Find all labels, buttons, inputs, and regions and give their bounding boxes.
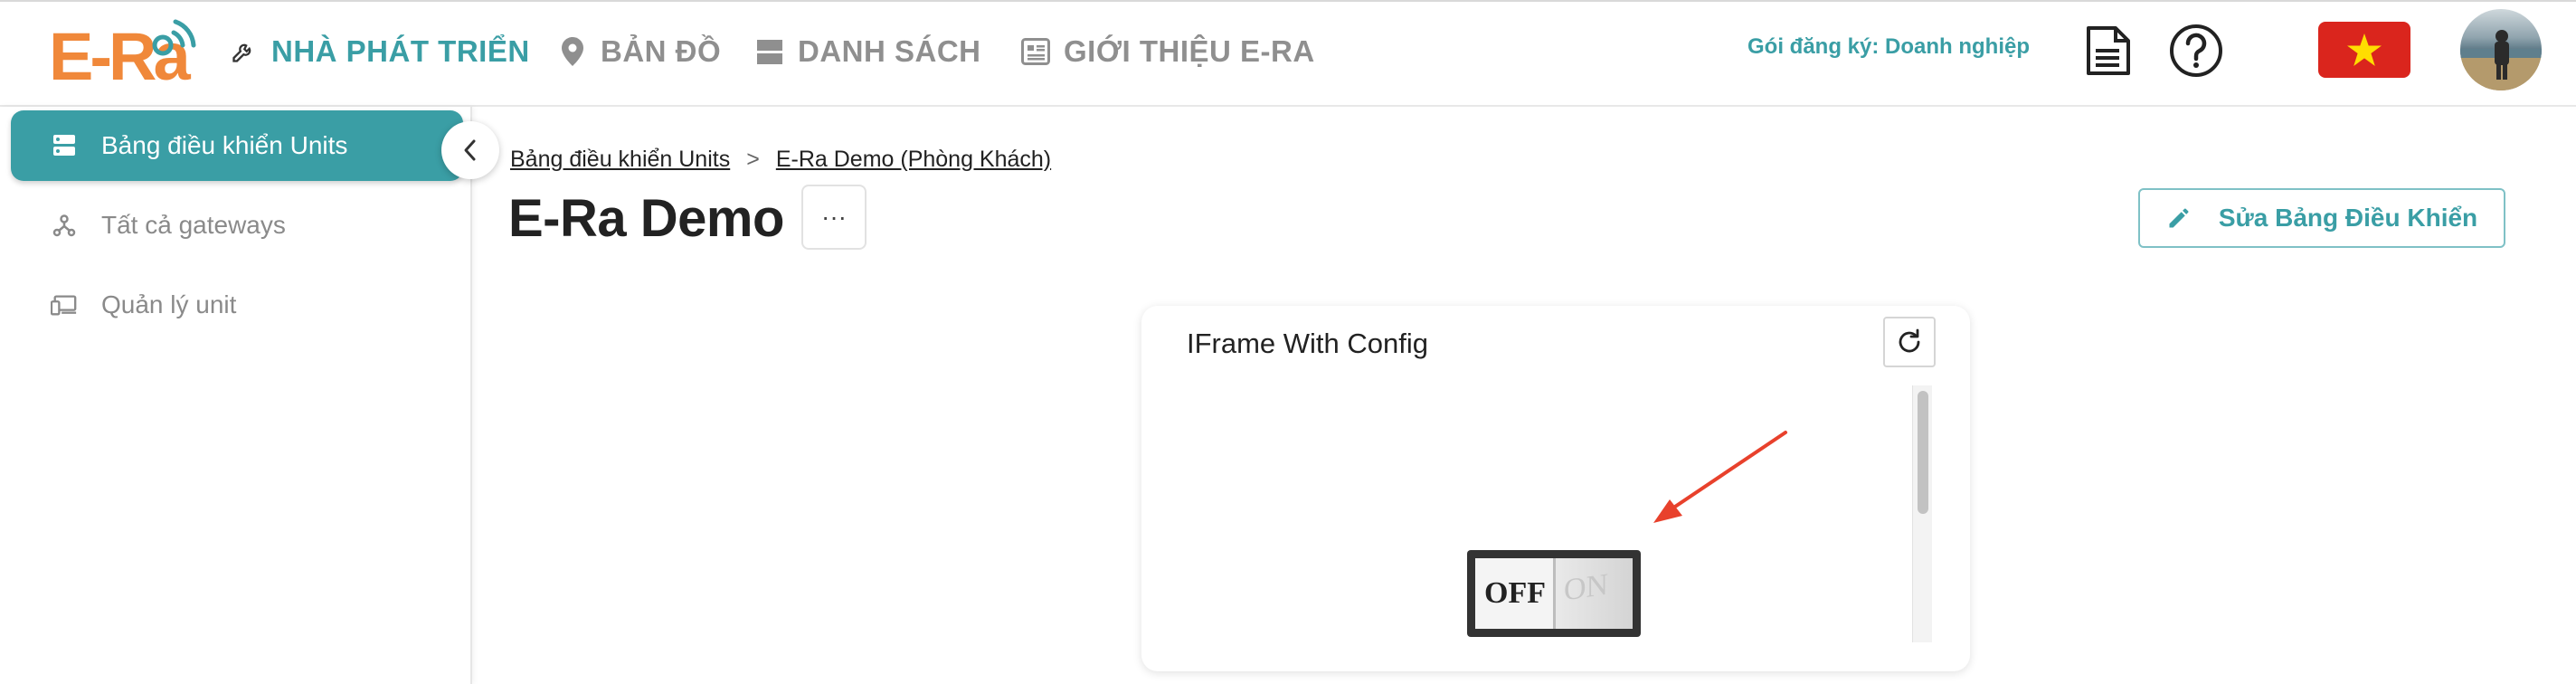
nav-label: NHÀ PHÁT TRIỂN	[271, 34, 530, 68]
list-icon	[754, 36, 785, 67]
devices-icon	[51, 291, 78, 318]
nav-developer[interactable]: NHÀ PHÁT TRIỂN	[228, 29, 530, 74]
sidebar-item-label: Bảng điều khiển Units	[101, 131, 348, 159]
page-title: E-Ra Demo	[508, 189, 784, 248]
nav-label: GIỚI THIỆU E-RA	[1064, 34, 1315, 68]
wrench-icon	[228, 36, 259, 67]
breadcrumb: Bảng điều khiển Units > E-Ra Demo (Phòng…	[510, 147, 1051, 173]
gateway-icon	[51, 212, 78, 239]
sidebar-item-label: Quản lý unit	[101, 290, 237, 318]
breadcrumb-current-link[interactable]: E-Ra Demo (Phòng Khách)	[776, 147, 1051, 173]
breadcrumb-separator: >	[746, 147, 760, 172]
refresh-icon	[1899, 328, 1920, 353]
toggle-switch[interactable]: OFF ON	[1467, 550, 1641, 637]
iframe-scrollbar[interactable]	[1912, 385, 1932, 642]
map-pin-icon	[557, 36, 588, 67]
edit-dashboard-label: Sửa Bảng Điều Khiển	[2218, 204, 2478, 232]
refresh-button[interactable]	[1883, 317, 1936, 367]
document-icon[interactable]	[2079, 22, 2136, 80]
wifi-signal-icon	[152, 19, 196, 56]
top-header: E-Ra NHÀ PHÁT TRIỂN BẢN ĐỒ DANH SÁCH GIỚ…	[0, 0, 2576, 107]
chevron-left-icon	[464, 139, 476, 161]
nav-label: DANH SÁCH	[798, 34, 981, 68]
switch-off-label: OFF	[1484, 576, 1546, 610]
sidebar-item-unit-management[interactable]: Quản lý unit	[11, 270, 463, 340]
era-logo[interactable]: E-Ra	[49, 14, 204, 92]
vietnam-flag-icon[interactable]	[2318, 22, 2410, 78]
newspaper-icon	[1020, 36, 1051, 67]
pencil-icon	[2169, 208, 2189, 228]
widget-title: IFrame With Config	[1187, 328, 1429, 359]
iframe-content: OFF ON	[1141, 385, 1937, 642]
nav-map[interactable]: BẢN ĐỒ	[557, 29, 721, 74]
collapse-sidebar-button[interactable]	[441, 121, 499, 179]
switch-on-label: ON	[1564, 567, 1609, 608]
sidebar: Bảng điều khiển Units Tất cả gateways Qu…	[0, 107, 472, 684]
breadcrumb-dashboard-link[interactable]: Bảng điều khiển Units	[510, 147, 730, 173]
sidebar-item-dashboard[interactable]: Bảng điều khiển Units	[11, 110, 463, 181]
switch-face: OFF ON	[1475, 558, 1633, 629]
help-icon[interactable]	[2167, 22, 2225, 80]
nav-list[interactable]: DANH SÁCH	[754, 29, 981, 74]
sidebar-item-gateways[interactable]: Tất cả gateways	[11, 190, 463, 261]
iframe-widget-card: IFrame With Config OFF ON	[1141, 306, 1970, 671]
nav-about[interactable]: GIỚI THIỆU E-RA	[1020, 29, 1315, 74]
subscription-plan[interactable]: Gói đăng ký: Doanh nghiệp	[1747, 34, 2030, 60]
nav-label: BẢN ĐỒ	[601, 34, 722, 68]
edit-dashboard-button[interactable]: Sửa Bảng Điều Khiển	[2138, 188, 2505, 248]
sidebar-item-label: Tất cả gateways	[101, 211, 286, 239]
user-avatar[interactable]	[2460, 9, 2542, 90]
ellipsis-icon: ···	[821, 203, 847, 231]
dashboard-icon	[51, 132, 78, 159]
more-options-button[interactable]: ···	[801, 185, 867, 250]
scrollbar-thumb[interactable]	[1918, 391, 1928, 514]
